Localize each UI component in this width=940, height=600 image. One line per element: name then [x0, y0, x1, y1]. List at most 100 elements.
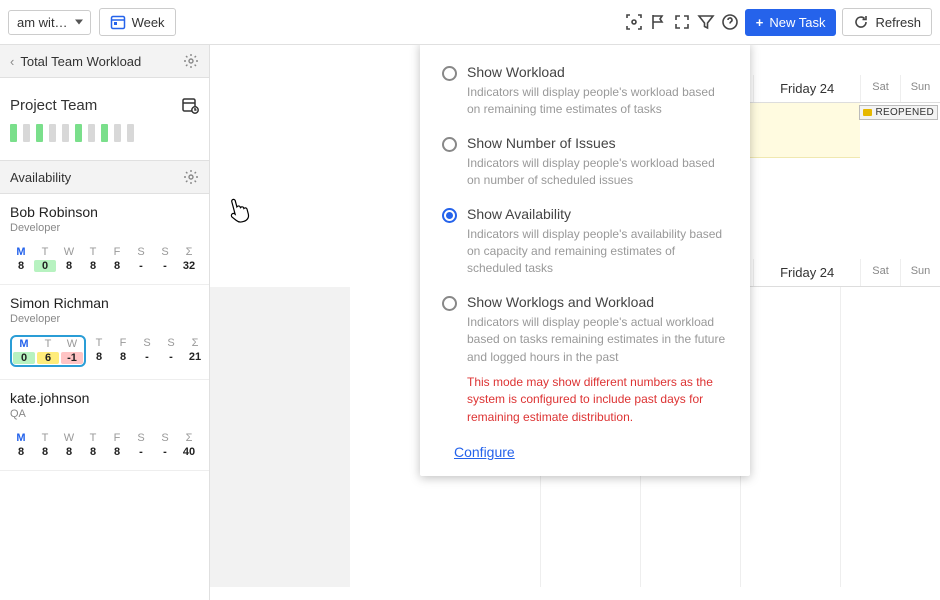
option-show-availability[interactable]: Show Availability Indicators will displa… [428, 198, 742, 286]
team-dropdown[interactable]: am wit… [8, 10, 91, 35]
option-desc: Indicators will display people's workloa… [467, 155, 730, 190]
person-role: QA [10, 408, 199, 420]
day-header: T [82, 246, 104, 258]
new-task-label: New Task [769, 15, 825, 30]
day-header: M [10, 246, 32, 258]
load-bar [88, 124, 95, 142]
day-val: 8 [58, 260, 80, 272]
project-team-title: Project Team [0, 78, 209, 120]
availability-grid: M T W T F S S Σ 8 8 8 8 8 - - 40 [10, 432, 199, 458]
day-header: W [61, 338, 83, 350]
day-val: 8 [106, 260, 128, 272]
option-desc: Indicators will display people's workloa… [467, 84, 730, 119]
day-val: 40 [178, 446, 200, 458]
refresh-button[interactable]: Refresh [842, 8, 932, 36]
day-header: W [58, 246, 80, 258]
day-column[interactable]: Sat [860, 259, 900, 286]
top-toolbar: am wit… Week + New Task Refresh [0, 0, 940, 45]
week-button[interactable]: Week [99, 8, 176, 36]
configure-link[interactable]: Configure [454, 444, 515, 460]
option-desc: Indicators will display people's actual … [467, 314, 730, 366]
person-name: Bob Robinson [10, 204, 199, 220]
person-row[interactable]: Bob Robinson Developer M T W T F S S Σ 8… [0, 194, 209, 285]
load-bar [62, 124, 69, 142]
day-header: S [154, 246, 176, 258]
day-header: F [106, 432, 128, 444]
availability-section-header: Availability [0, 160, 209, 194]
option-title: Show Workload [467, 64, 730, 80]
day-header: S [154, 432, 176, 444]
option-title: Show Availability [467, 206, 730, 222]
day-header: S [136, 337, 158, 349]
day-val: 8 [112, 351, 134, 363]
radio-icon[interactable] [442, 66, 457, 81]
indicator-mode-popup: Show Workload Indicators will display pe… [420, 45, 750, 476]
day-val: 32 [178, 260, 200, 272]
fullscreen-icon[interactable] [673, 13, 691, 31]
help-icon[interactable] [721, 13, 739, 31]
day-val: 21 [184, 351, 206, 363]
day-val: 8 [34, 446, 56, 458]
day-column[interactable]: Sun [900, 75, 940, 102]
option-show-workload[interactable]: Show Workload Indicators will display pe… [428, 56, 742, 127]
availability-grid: M T W T F S S Σ 8 0 8 8 8 - - 32 [10, 246, 199, 272]
option-desc: Indicators will display people's availab… [467, 226, 730, 278]
gear-icon[interactable] [183, 53, 199, 69]
plus-icon: + [756, 15, 764, 30]
load-bar [23, 124, 30, 142]
option-warning: This mode may show different numbers as … [467, 374, 730, 426]
radio-icon[interactable] [442, 208, 457, 223]
radio-icon[interactable] [442, 137, 457, 152]
day-header: F [106, 246, 128, 258]
scan-icon[interactable] [625, 13, 643, 31]
sidebar-header: ‹ Total Team Workload [0, 45, 209, 78]
refresh-icon [853, 14, 869, 30]
day-header: F [112, 337, 134, 349]
day-header: T [37, 338, 59, 350]
flag-icon[interactable] [649, 13, 667, 31]
load-bar [49, 124, 56, 142]
person-row[interactable]: kate.johnson QA M T W T F S S Σ 8 8 8 8 … [0, 380, 209, 471]
option-show-worklogs-and-workload[interactable]: Show Worklogs and Workload Indicators wi… [428, 286, 742, 434]
day-header: S [130, 432, 152, 444]
day-header: S [130, 246, 152, 258]
project-team-label: Project Team [10, 97, 97, 114]
day-val: 8 [88, 351, 110, 363]
day-header: M [10, 432, 32, 444]
day-header: W [58, 432, 80, 444]
day-column[interactable]: Sat [860, 75, 900, 102]
team-load-bars [0, 120, 209, 160]
day-val: 6 [37, 352, 59, 364]
team-dropdown-label: am wit… [17, 15, 68, 30]
day-header: Σ [178, 246, 200, 258]
day-header: T [34, 246, 56, 258]
day-column[interactable]: Friday 24 [753, 75, 860, 102]
person-role: Developer [10, 222, 199, 234]
day-header: T [34, 432, 56, 444]
day-column[interactable]: Sun [900, 259, 940, 286]
day-val: - [130, 260, 152, 272]
gear-icon[interactable] [183, 169, 199, 185]
day-column[interactable]: Friday 24 [753, 259, 860, 286]
collapse-icon[interactable]: ‹ [10, 54, 14, 69]
person-row[interactable]: Simon Richman Developer M T W 0 6 -1 T F [0, 285, 209, 380]
day-header: M [13, 338, 35, 350]
day-val: 0 [13, 352, 35, 364]
timeline-area: ember 20 — 26 2023 day 22 Thursday 23 Fr… [210, 45, 940, 600]
new-task-button[interactable]: + New Task [745, 9, 837, 36]
load-bar [36, 124, 43, 142]
day-header: T [82, 432, 104, 444]
person-name: kate.johnson [10, 390, 199, 406]
option-show-number-of-issues[interactable]: Show Number of Issues Indicators will di… [428, 127, 742, 198]
selected-days-box: M T W 0 6 -1 [10, 335, 86, 367]
day-val: - [154, 446, 176, 458]
day-val: 8 [106, 446, 128, 458]
refresh-label: Refresh [875, 15, 921, 30]
person-role: Developer [10, 313, 199, 325]
calendar-config-icon[interactable] [181, 96, 199, 114]
status-badge-reopened[interactable]: REOPENED [859, 105, 938, 120]
radio-icon[interactable] [442, 296, 457, 311]
filter-icon[interactable] [697, 13, 715, 31]
day-val: 8 [82, 446, 104, 458]
load-bar [75, 124, 82, 142]
